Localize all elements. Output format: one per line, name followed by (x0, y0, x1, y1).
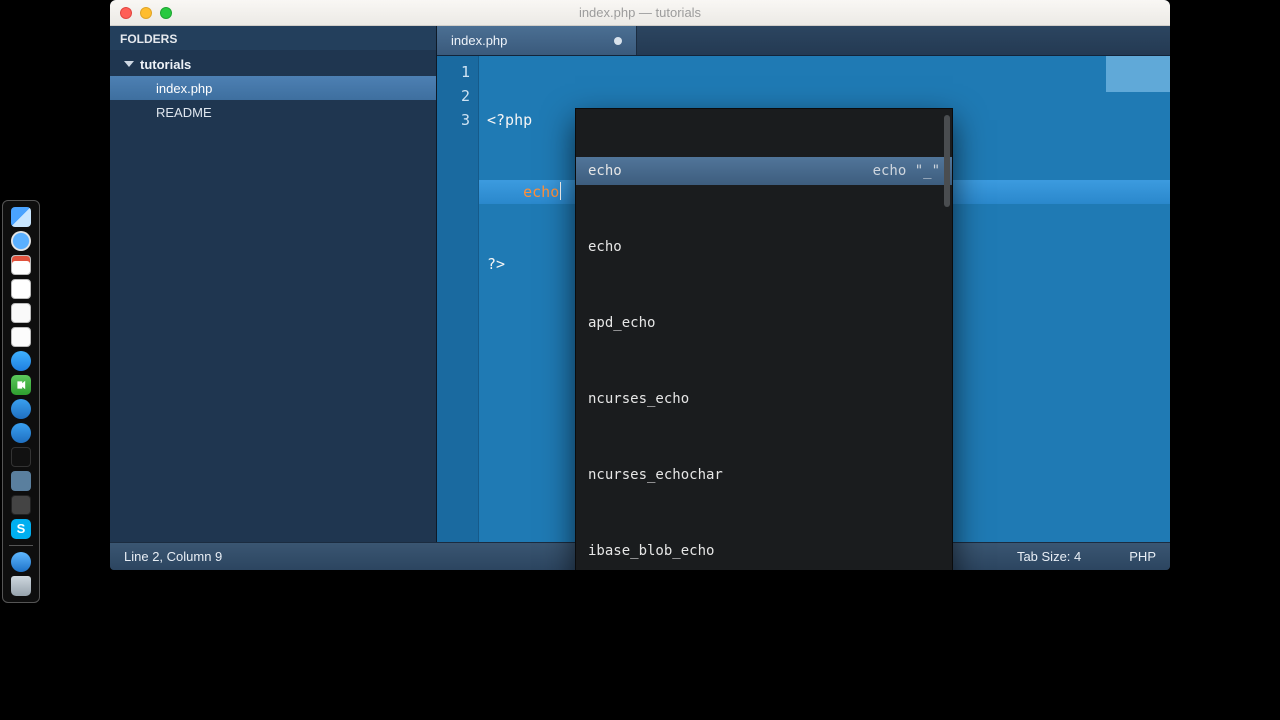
finder-icon[interactable] (11, 207, 31, 227)
autocomplete-label: ibase_blob_echo (588, 539, 714, 563)
autocomplete-item[interactable]: echo echo "_" (576, 157, 952, 185)
autocomplete-label: ncurses_echo (588, 387, 689, 411)
sidebar-header: FOLDERS (110, 26, 436, 50)
code-area[interactable]: 1 2 3 <?php echo ?> echo echo "_" (437, 56, 1170, 542)
facetime-icon[interactable] (11, 375, 31, 395)
autocomplete-item[interactable]: echo (576, 233, 952, 261)
textedit-icon[interactable] (11, 279, 31, 299)
sublime-icon[interactable] (11, 495, 31, 515)
zoom-icon[interactable] (160, 7, 172, 19)
autocomplete-label: apd_echo (588, 311, 655, 335)
file-label: index.php (156, 81, 212, 96)
messages-icon[interactable] (11, 351, 31, 371)
safari-icon[interactable] (11, 231, 31, 251)
line-number: 1 (437, 60, 470, 84)
tab-index-php[interactable]: index.php (437, 26, 637, 55)
autocomplete-item[interactable]: ncurses_echochar (576, 461, 952, 489)
titlebar[interactable]: index.php — tutorials (110, 0, 1170, 26)
code-content[interactable]: <?php echo ?> echo echo "_" echo (479, 56, 1170, 542)
tab-label: index.php (451, 33, 507, 48)
macos-dock: S (2, 200, 40, 603)
downloads-icon[interactable] (11, 552, 31, 572)
close-icon[interactable] (120, 7, 132, 19)
window-title: index.php — tutorials (110, 5, 1170, 20)
chevron-down-icon (124, 61, 134, 67)
autocomplete-label: echo (588, 235, 622, 259)
dirty-indicator-icon (614, 37, 622, 45)
tab-bar: index.php (437, 26, 1170, 56)
autocomplete-label: echo (588, 159, 622, 183)
autocomplete-hint: echo "_" (873, 159, 940, 183)
editor-window: index.php — tutorials FOLDERS tutorials … (110, 0, 1170, 570)
text-caret-icon (560, 182, 561, 200)
launchpad-icon[interactable] (11, 423, 31, 443)
autocomplete-item[interactable]: ibase_blob_echo (576, 537, 952, 565)
tree-file-index-php[interactable]: index.php (110, 76, 436, 100)
status-tab-size[interactable]: Tab Size: 4 (1017, 549, 1081, 564)
status-syntax[interactable]: PHP (1129, 549, 1156, 564)
settings-icon[interactable] (11, 471, 31, 491)
line-number: 2 (437, 84, 470, 108)
autocomplete-popup: echo echo "_" echo apd_echo ncurses_echo (575, 108, 953, 570)
traffic-lights (120, 7, 172, 19)
autocomplete-label: ncurses_echochar (588, 463, 723, 487)
trash-icon[interactable] (11, 576, 31, 596)
minimize-icon[interactable] (140, 7, 152, 19)
autocomplete-item[interactable]: ncurses_echo (576, 385, 952, 413)
autocomplete-scrollbar[interactable] (944, 115, 950, 207)
terminal-icon[interactable] (11, 447, 31, 467)
notes-icon[interactable] (11, 303, 31, 323)
minimap[interactable] (1106, 56, 1170, 116)
line-gutter: 1 2 3 (437, 56, 479, 542)
status-position[interactable]: Line 2, Column 9 (124, 549, 222, 564)
autocomplete-item[interactable]: apd_echo (576, 309, 952, 337)
file-label: README (156, 105, 212, 120)
code-token: <?php (487, 111, 532, 129)
dock-separator (9, 545, 33, 546)
appstore-icon[interactable] (11, 399, 31, 419)
calendar-icon[interactable] (11, 255, 31, 275)
sidebar: FOLDERS tutorials index.php README (110, 26, 437, 542)
line-number: 3 (437, 108, 470, 132)
folder-tree: tutorials index.php README (110, 50, 436, 126)
tree-file-readme[interactable]: README (110, 100, 436, 124)
skype-icon[interactable]: S (11, 519, 31, 539)
editor-pane: index.php 1 2 3 <?php echo ?> (437, 26, 1170, 542)
folder-label: tutorials (140, 57, 191, 72)
tree-folder-tutorials[interactable]: tutorials (110, 52, 436, 76)
pages-icon[interactable] (11, 327, 31, 347)
code-token: ?> (487, 255, 505, 273)
code-token: echo (523, 183, 559, 201)
